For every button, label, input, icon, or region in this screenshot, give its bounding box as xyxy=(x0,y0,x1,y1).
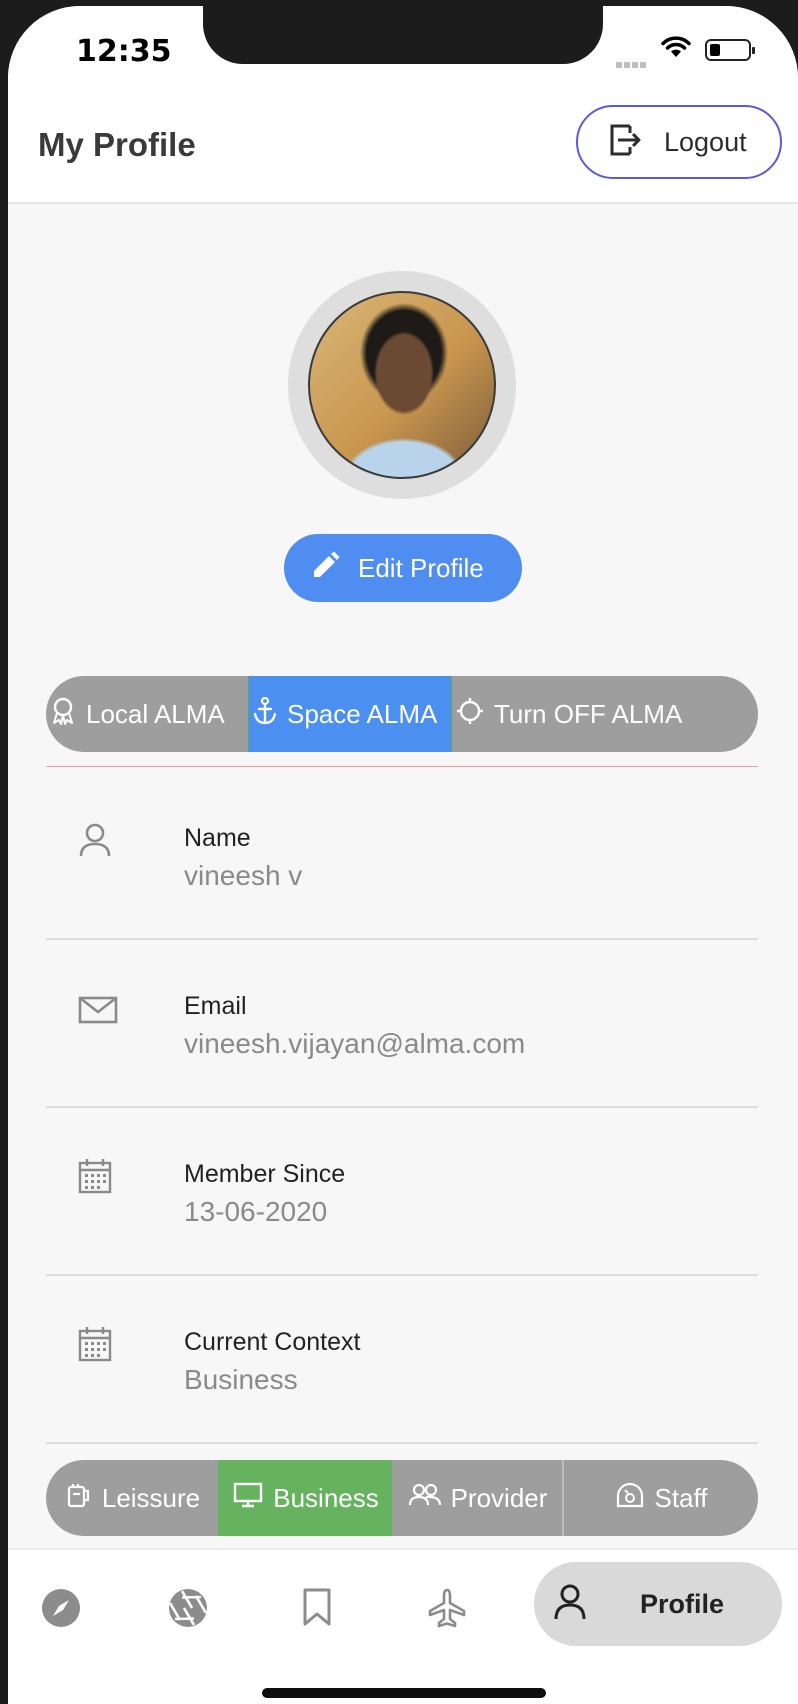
alma-mode-space[interactable]: Space ALMA xyxy=(248,676,452,752)
field-value: Business xyxy=(184,1364,298,1395)
battery-icon xyxy=(705,39,755,61)
logout-icon xyxy=(608,122,642,163)
field-label: Member Since xyxy=(184,1160,346,1188)
alma-mode-local[interactable]: Local ALMA xyxy=(46,676,248,752)
edit-profile-label: Edit Profile xyxy=(358,552,484,583)
context-business[interactable]: Business xyxy=(218,1460,392,1536)
nav-saved[interactable] xyxy=(301,1588,333,1631)
avatar-frame xyxy=(288,271,516,499)
signal-icon xyxy=(616,55,652,68)
field-label: Name xyxy=(184,824,251,852)
compass-icon xyxy=(41,1589,81,1632)
field-name: Name vineesh v xyxy=(46,772,758,940)
mail-icon xyxy=(78,996,118,1029)
context-label: Staff xyxy=(654,1482,708,1513)
person-icon xyxy=(78,822,112,863)
logout-button[interactable]: Logout xyxy=(576,105,782,179)
award-icon xyxy=(50,697,76,732)
avatar[interactable] xyxy=(308,291,496,479)
status-time: 12:35 xyxy=(76,34,172,69)
header-bar: 12:35 My Profile Logout xyxy=(8,6,798,204)
field-label: Email xyxy=(184,992,247,1020)
calendar-icon xyxy=(78,1158,112,1199)
pencil-icon xyxy=(310,551,340,586)
divider xyxy=(46,766,758,767)
page-title: My Profile xyxy=(38,126,196,163)
edit-profile-button[interactable]: Edit Profile xyxy=(284,534,522,602)
field-label: Current Context xyxy=(184,1328,361,1356)
context-label: Provider xyxy=(450,1482,548,1513)
nav-profile-label: Profile xyxy=(640,1588,725,1619)
airplane-icon xyxy=(428,1588,466,1632)
person-icon xyxy=(554,1584,586,1625)
notch xyxy=(203,6,603,64)
crosshair-icon xyxy=(456,697,484,732)
field-value: 13-06-2020 xyxy=(184,1196,328,1227)
monitor-icon xyxy=(233,1482,263,1515)
phone-screen: 12:35 My Profile Logout Edit Profile Loc… xyxy=(8,6,798,1704)
field-value: vineesh.vijayan@alma.com xyxy=(184,1028,526,1059)
bottom-nav: Profile xyxy=(8,1548,798,1704)
wifi-icon xyxy=(661,36,691,63)
anchor-icon xyxy=(253,696,277,732)
nav-trips[interactable] xyxy=(428,1588,466,1633)
nav-gallery[interactable] xyxy=(168,1588,208,1633)
bookmark-icon xyxy=(301,1588,333,1630)
context-label: Business xyxy=(273,1482,379,1513)
alma-mode-label: Turn OFF ALMA xyxy=(494,698,683,729)
staff-icon xyxy=(616,1482,644,1515)
field-value: vineesh v xyxy=(184,860,303,891)
context-leissure[interactable]: Leissure xyxy=(46,1460,218,1536)
context-label: Leissure xyxy=(101,1482,201,1513)
aperture-icon xyxy=(168,1589,208,1632)
context-staff[interactable]: Staff xyxy=(564,1460,758,1536)
alma-mode-label: Local ALMA xyxy=(86,698,225,729)
alma-mode-label: Space ALMA xyxy=(287,698,438,729)
context-selector: Leissure Business Provider Staff xyxy=(46,1460,758,1536)
context-provider[interactable]: Provider xyxy=(392,1460,564,1536)
mug-icon xyxy=(66,1482,92,1515)
users-icon xyxy=(408,1483,441,1514)
nav-explore[interactable] xyxy=(41,1588,81,1633)
calendar-icon xyxy=(78,1326,112,1367)
field-current-context: Current Context Business xyxy=(46,1276,758,1444)
field-member-since: Member Since 13-06-2020 xyxy=(46,1108,758,1276)
field-email: Email vineesh.vijayan@alma.com xyxy=(46,940,758,1108)
logout-label: Logout xyxy=(664,126,747,157)
home-indicator xyxy=(262,1688,546,1698)
alma-mode-off[interactable]: Turn OFF ALMA xyxy=(452,676,758,752)
alma-mode-selector: Local ALMA Space ALMA Turn OFF ALMA xyxy=(46,676,758,752)
nav-profile[interactable]: Profile xyxy=(534,1562,782,1646)
